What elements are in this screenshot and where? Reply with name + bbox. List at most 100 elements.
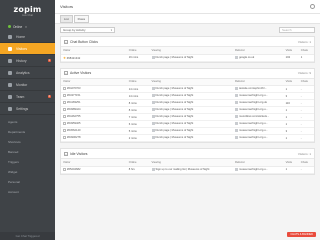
online-cell: 5 mins: [126, 127, 150, 135]
subnav-agents[interactable]: Agents: [0, 117, 55, 127]
sidebar-item-visitors[interactable]: Visitors: [0, 43, 55, 55]
table-row[interactable]: #64462755 7 mins Dumb page | Museums of Ni…: [61, 113, 314, 121]
column-header[interactable]: Chats: [298, 47, 314, 55]
visitor-cell: #64906278: [61, 134, 127, 142]
visits-cell: 3: [283, 92, 299, 100]
tab-rows[interactable]: Rows: [73, 14, 90, 23]
section-header[interactable]: − Idle Visitors Visitors: 1: [61, 149, 314, 159]
checkbox[interactable]: [63, 115, 66, 119]
referrer-cell: museumsofnight.org.u...: [233, 92, 284, 100]
online-status-icon: [8, 25, 11, 28]
column-header[interactable]: Referrer: [233, 78, 284, 86]
column-header[interactable]: Online: [126, 159, 150, 167]
subnav-widget[interactable]: Widget: [0, 167, 55, 177]
referrer-icon: [235, 115, 239, 119]
subnav-triggers[interactable]: Triggers: [0, 157, 55, 167]
main-content: Visitors List Rows Group by Activity ▾ S…: [55, 0, 320, 240]
checkbox[interactable]: [63, 101, 66, 105]
monitor-icon: [8, 82, 12, 87]
sidebar-item-team[interactable]: Team 2: [0, 91, 55, 103]
column-header[interactable]: Visits: [283, 78, 299, 86]
visitor-cell: #64989424: [61, 106, 127, 114]
collapse-icon[interactable]: −: [64, 71, 68, 75]
logo: zopim Live Chat: [0, 0, 55, 22]
subnav-personal[interactable]: Personal: [0, 177, 55, 187]
page-icon: [151, 122, 155, 126]
table-row[interactable]: #64270703 14 mins Dumb page | Museums of N…: [61, 85, 314, 93]
home-icon: [8, 34, 12, 39]
subnav-account[interactable]: Account: [0, 187, 55, 197]
chats-banned-pill[interactable]: CHATS & BANNED: [287, 232, 316, 237]
section-title: Active Visitors: [70, 71, 92, 75]
checkbox[interactable]: [63, 108, 66, 112]
collapse-icon[interactable]: −: [64, 39, 68, 44]
column-header[interactable]: Viewing: [149, 78, 234, 86]
chats-cell: -: [298, 85, 314, 93]
collapse-icon[interactable]: −: [64, 151, 68, 156]
section-header[interactable]: − Active Visitors Visitors: 9: [61, 69, 314, 79]
referrer-text: google.co.uk: [239, 56, 255, 60]
column-header[interactable]: Chats: [298, 159, 314, 167]
sidebar-item-settings[interactable]: Settings: [0, 103, 55, 115]
table-row[interactable]: #65204682 8 hrs Sign up to our mailing l…: [61, 166, 314, 174]
checkbox[interactable]: [63, 167, 66, 171]
viewing-text: Dumb page | Museums of Night: [155, 101, 194, 105]
column-header[interactable]: Visitor: [61, 47, 127, 55]
checkbox[interactable]: [63, 87, 66, 91]
visitor-cell: #64959405: [61, 120, 127, 128]
status-selector[interactable]: Online ▾: [0, 22, 55, 31]
sidebar-item-monitor[interactable]: Monitor: [0, 79, 55, 91]
table-row[interactable]: #64562140 5 mins Dumb page | Museums of Ni…: [61, 127, 314, 135]
visitor-id: #64562140: [67, 129, 81, 133]
table-row[interactable]: #64377151 14 mins Dumb page | Museums of N…: [61, 92, 314, 100]
group-by-select[interactable]: Group by Activity ▾: [60, 27, 115, 33]
column-header[interactable]: Referrer: [233, 47, 284, 55]
checkbox[interactable]: [63, 94, 66, 98]
page-icon: [151, 129, 155, 133]
table-row[interactable]: #64906278 2 mins Dumb page | Museums of Ni…: [61, 134, 314, 142]
viewing-cell: Dumb page | Museums of Night: [149, 92, 234, 100]
subnav-banned[interactable]: Banned: [0, 147, 55, 157]
column-header[interactable]: Referrer: [233, 159, 284, 167]
team-badge: 2: [47, 95, 51, 98]
checkbox[interactable]: [63, 129, 66, 133]
viewing-cell: Dumb page | Museums of Night: [149, 85, 234, 93]
online-cell: 14 mins: [126, 92, 150, 100]
column-header[interactable]: Visitor: [61, 78, 127, 86]
group-by-value: Group by Activity: [63, 28, 86, 32]
column-header[interactable]: Visitor: [61, 159, 127, 167]
sidebar-item-home[interactable]: Home: [0, 31, 55, 43]
column-header[interactable]: Online: [126, 78, 150, 86]
table-row[interactable]: #64989424 8 mins Dumb page | Museums of Ni…: [61, 106, 314, 114]
column-header[interactable]: Online: [126, 47, 150, 55]
online-cell: 16 mins: [126, 54, 150, 62]
sidebar-item-analytics[interactable]: Analytics: [0, 67, 55, 79]
settings-icon[interactable]: [310, 4, 315, 9]
tab-list[interactable]: List: [60, 14, 73, 23]
referrer-icon: [235, 136, 239, 140]
subnav-departments[interactable]: Departments: [0, 127, 55, 137]
sidebar-item-label: Monitor: [16, 82, 28, 87]
referrer-icon: [235, 94, 239, 98]
section-header[interactable]: − Chat Button Clicks Visitors: 1: [61, 37, 314, 47]
referrer-cell: moonlitnet.com/stickets...: [233, 113, 284, 121]
viewing-text: Dumb page | Museums of Night: [155, 136, 194, 140]
sidebar-item-history[interactable]: History 1: [0, 55, 55, 67]
sidebar-bottom-link[interactable]: Get Chat Triggered: [0, 232, 55, 240]
referrer-cell: museumsofnight.org.u...: [233, 106, 284, 114]
table-row[interactable]: #64959405 6 mins Dumb page | Museums of Ni…: [61, 120, 314, 128]
referrer-cell: museumsofnight.org.uk: [233, 99, 284, 107]
column-header[interactable]: Viewing: [149, 159, 234, 167]
table-row[interactable]: #64183251 8 mins Dumb page | Museums of Ni…: [61, 99, 314, 107]
search-input[interactable]: Search: [279, 27, 315, 33]
column-header[interactable]: Viewing: [149, 47, 234, 55]
sidebar-item-label: Team: [16, 94, 25, 99]
column-header[interactable]: Chats: [298, 78, 314, 86]
checkbox[interactable]: [63, 136, 66, 140]
table-row[interactable]: ★ #68421342 16 mins Dumb page | Museums …: [61, 54, 314, 62]
column-header[interactable]: Visits: [283, 159, 299, 167]
visitor-id: #64270703: [67, 87, 81, 91]
column-header[interactable]: Visits: [283, 47, 299, 55]
subnav-shortcuts[interactable]: Shortcuts: [0, 137, 55, 147]
checkbox[interactable]: [63, 122, 66, 126]
